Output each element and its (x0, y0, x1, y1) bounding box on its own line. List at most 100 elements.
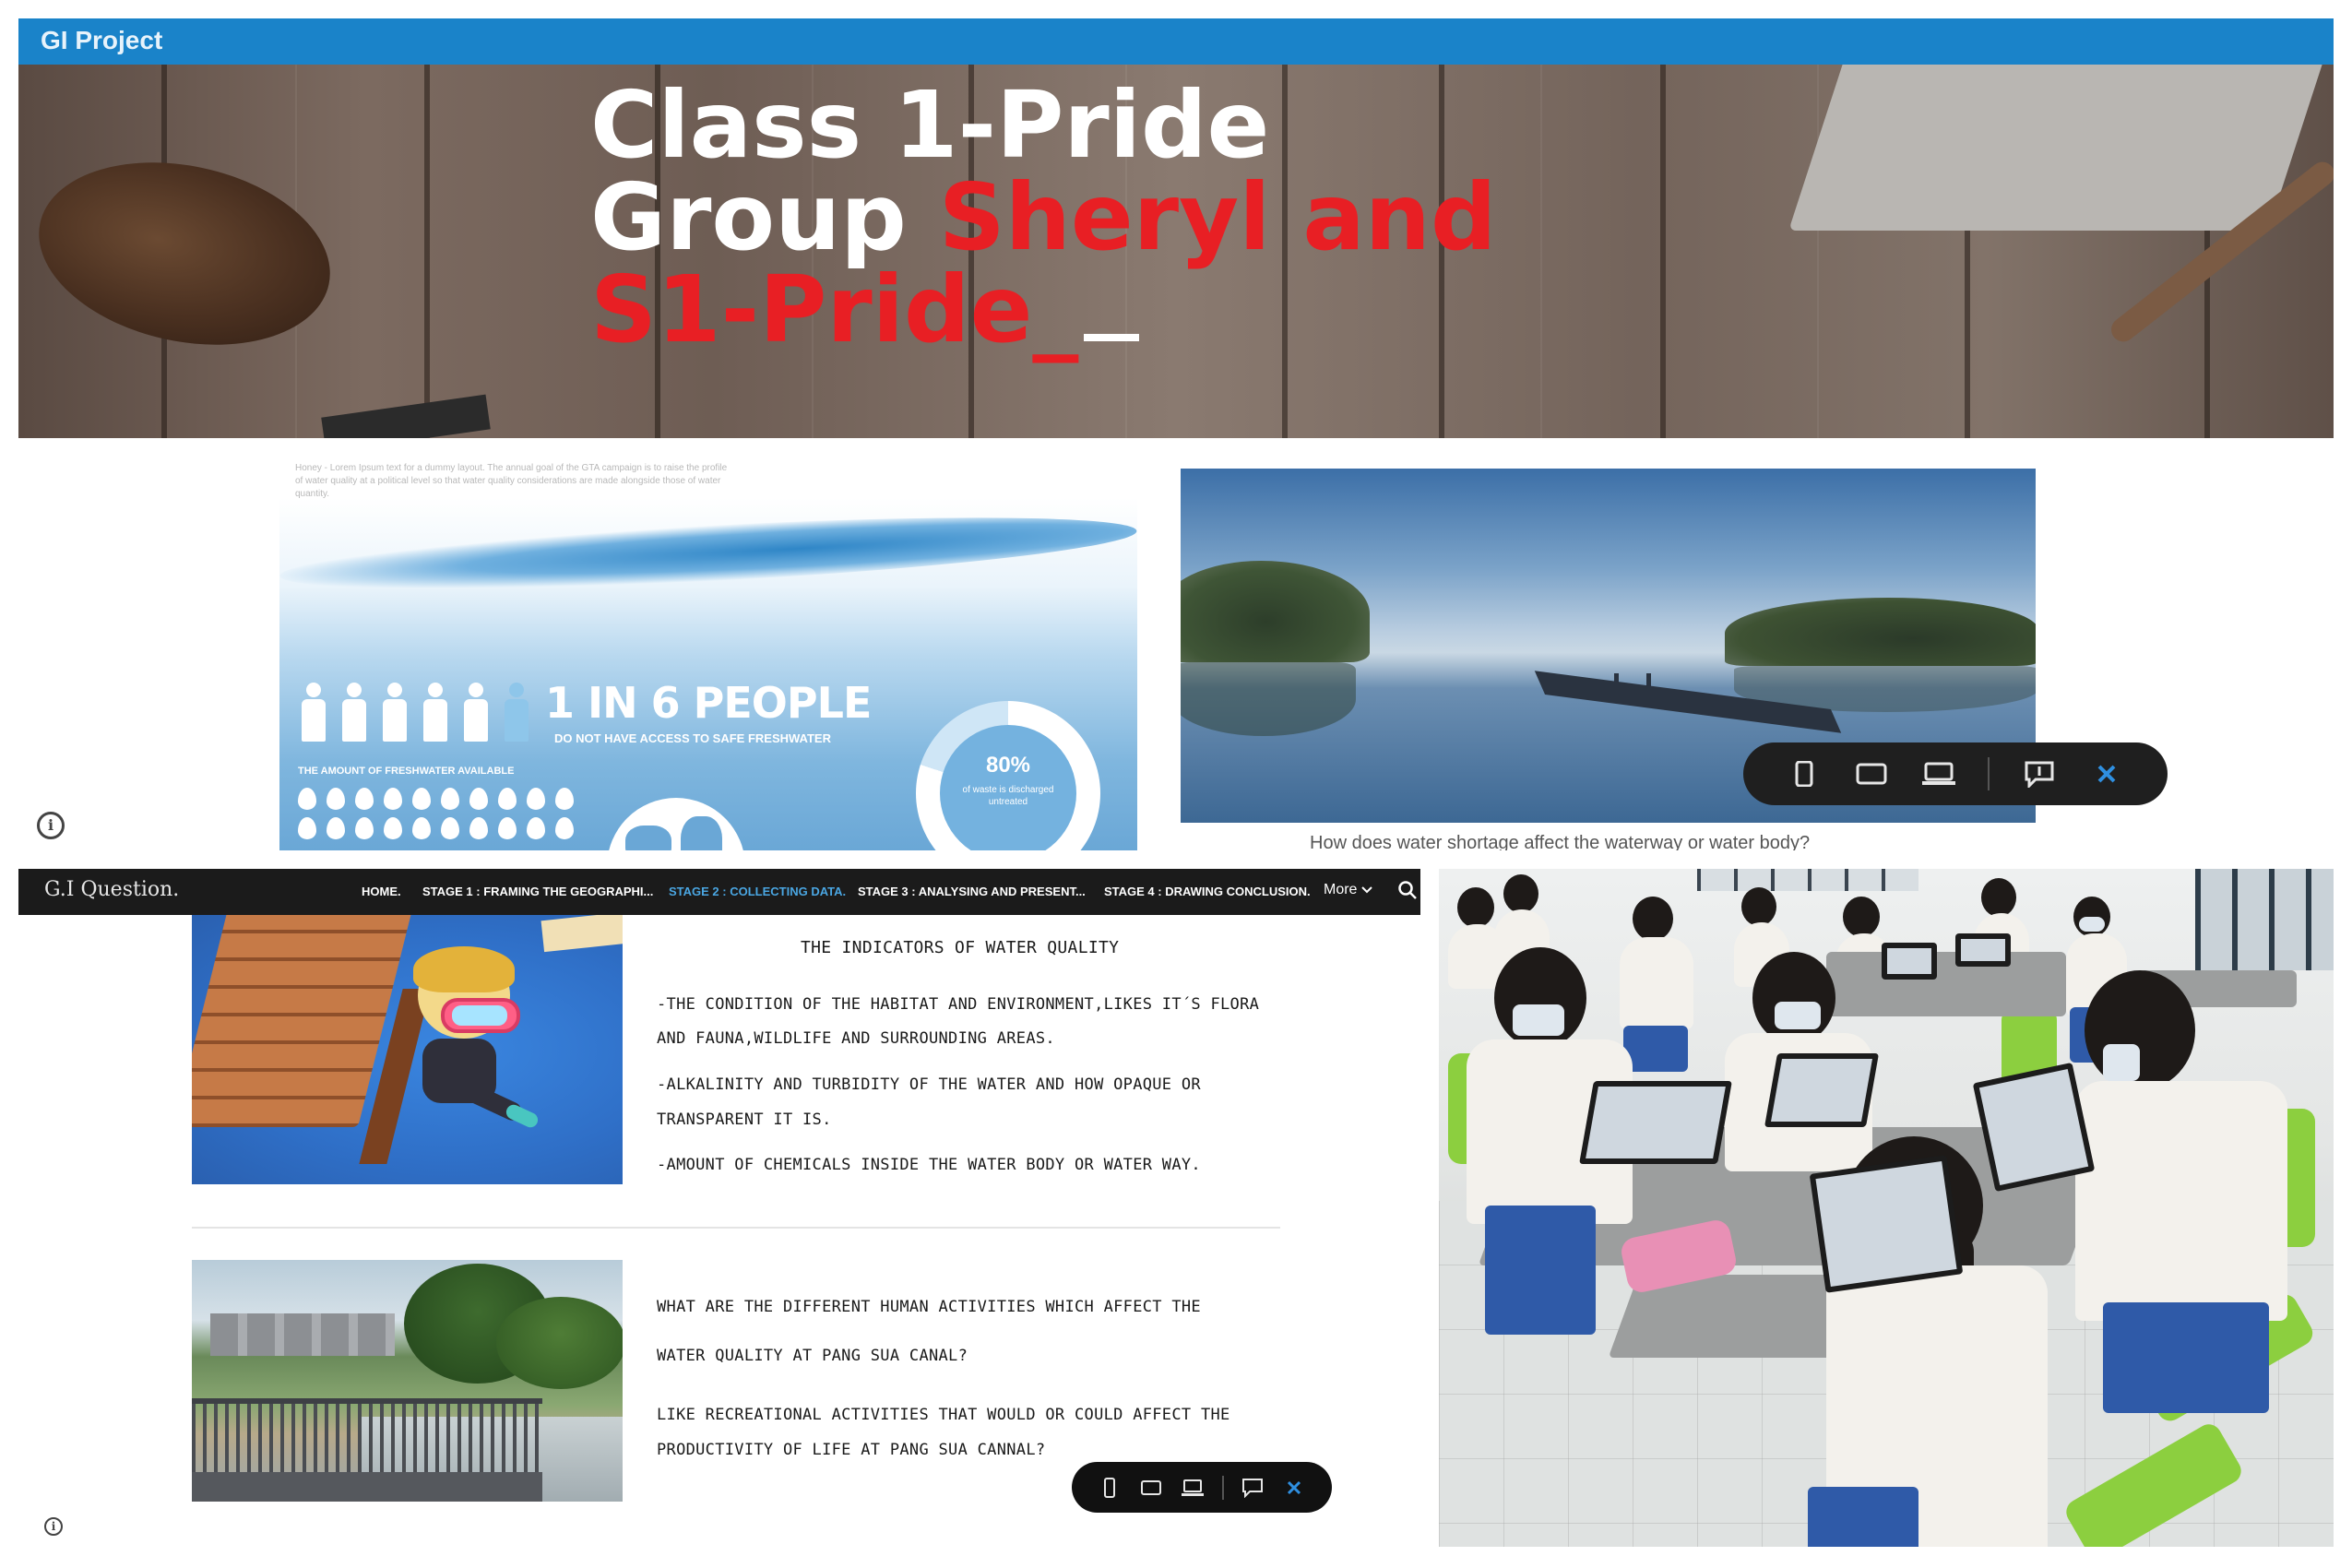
pinecone-decoration (21, 137, 348, 371)
person-icon-highlighted (501, 683, 532, 742)
text-cursor (1084, 334, 1140, 341)
indicator-3: -AMOUNT OF CHEMICALS INSIDE THE WATER BO… (657, 1156, 1201, 1174)
tab-stage-4[interactable]: STAGE 4 : DRAWING CONCLUSION. (1104, 885, 1311, 898)
tab-stage-1[interactable]: STAGE 1 : FRAMING THE GEOGRAPHI... (422, 885, 653, 898)
drop-icon (298, 817, 316, 839)
gi-project-site-preview: GI Project Class 1-Pride Group Sheryl an (18, 18, 2334, 850)
tree-island-right (1725, 598, 2036, 666)
freshwater-label: THE AMOUNT OF FRESHWATER AVAILABLE (298, 766, 515, 777)
wood-plank-seam (424, 65, 430, 438)
drop-icon (469, 817, 488, 839)
pang-sua-canal-photo (192, 1260, 623, 1502)
desk (1826, 952, 2066, 1016)
tab-stage-2[interactable]: STAGE 2 : COLLECTING DATA. (669, 885, 846, 898)
classroom-photo (1439, 869, 2334, 1547)
tree-island-left (1181, 561, 1370, 662)
drop-icon (469, 788, 488, 810)
drop-icon (498, 817, 517, 839)
intro-paragraph: Honey - Lorem Ipsum text for a dummy lay… (295, 463, 728, 499)
more-menu[interactable]: More (1324, 882, 1372, 898)
person-icon (460, 683, 492, 742)
globe-icon (607, 798, 745, 850)
donut-center: 80% of waste is discharged untreated (940, 725, 1076, 850)
banner-title: Class 1-Pride Group Sheryl and S1-Pride_ (590, 79, 1497, 356)
drop-icon (555, 817, 574, 839)
laptop (1579, 1081, 1732, 1164)
people-icons (298, 683, 532, 742)
phone-preview-icon[interactable] (1097, 1475, 1123, 1501)
tree (496, 1297, 623, 1389)
gi-question-site-preview: G.I Question. HOME. STAGE 1 : FRAMING TH… (18, 869, 1420, 1554)
drop-icon (441, 817, 459, 839)
drop-icon (298, 788, 316, 810)
donut-caption: of waste is discharged untreated (962, 785, 1054, 807)
drop-icon (527, 788, 545, 810)
indicators-heading: THE INDICATORS OF WATER QUALITY (801, 938, 1120, 957)
person-icon (339, 683, 370, 742)
section-divider (192, 1227, 1280, 1229)
toolbar-separator (1221, 1475, 1224, 1500)
banner: Class 1-Pride Group Sheryl and S1-Pride_ (18, 65, 2334, 438)
question-2-line-2: PRODUCTIVITY OF LIFE AT PANG SUA CANNAL? (657, 1441, 1046, 1459)
pen-decoration (321, 394, 491, 438)
drop-icon (327, 788, 345, 810)
wood-plank-seam (1660, 65, 1666, 438)
diver-character (395, 946, 540, 1130)
feedback-icon[interactable] (1240, 1475, 1265, 1501)
collage: GI Project Class 1-Pride Group Sheryl an (0, 0, 2352, 1568)
site-brand[interactable]: G.I Question. (44, 878, 179, 901)
preview-toolbar (1072, 1462, 1332, 1513)
laptop-preview-icon[interactable] (1180, 1475, 1206, 1501)
water-splash-graphic (279, 503, 1137, 604)
indicator-2-line-1: -ALKALINITY AND TURBIDITY OF THE WATER A… (657, 1075, 1201, 1094)
info-icon[interactable]: i (37, 812, 65, 839)
notebook-decoration (1788, 65, 2325, 231)
water-drop-icons (298, 788, 593, 839)
feedback-icon[interactable] (2022, 757, 2057, 790)
hdb-buildings (210, 1313, 395, 1356)
water-shortage-question: How does water shortage affect the water… (1310, 833, 1811, 850)
drop-icon (555, 788, 574, 810)
question-1-line-1: WHAT ARE THE DIFFERENT HUMAN ACTIVITIES … (657, 1298, 1201, 1316)
water-infographic: 1 IN 6 PEOPLE DO NOT HAVE ACCESS TO SAFE… (279, 498, 1137, 850)
boardwalk-deck (192, 1472, 542, 1502)
banner-line-3-red: S1-Pride_ (590, 255, 1079, 363)
infographic-subline: DO NOT HAVE ACCESS TO SAFE FRESHWATER (554, 731, 831, 745)
person-icon (379, 683, 410, 742)
laptop (1972, 1062, 2096, 1193)
tablet-preview-icon[interactable] (1854, 757, 1889, 790)
tab-home[interactable]: HOME. (362, 885, 401, 898)
close-icon[interactable] (2089, 757, 2124, 790)
laptop (1882, 943, 1937, 980)
drop-icon (355, 817, 374, 839)
drop-icon (384, 788, 402, 810)
drop-icon (327, 817, 345, 839)
info-icon[interactable]: i (44, 1517, 63, 1536)
drop-icon (527, 817, 545, 839)
wood-grain (1817, 65, 1819, 438)
laptop (1809, 1155, 1964, 1293)
person-icon (420, 683, 451, 742)
search-icon[interactable] (1397, 880, 1418, 900)
person-icon (298, 683, 329, 742)
tab-stage-3[interactable]: STAGE 3 : ANALYSING AND PRESENT... (858, 885, 1086, 898)
wood-grain (1540, 65, 1542, 438)
drop-icon (355, 788, 374, 810)
phone-preview-icon[interactable] (1787, 757, 1822, 790)
close-icon[interactable] (1281, 1475, 1307, 1501)
question-2-line-1: LIKE RECREATIONAL ACTIVITIES THAT WOULD … (657, 1406, 1230, 1424)
tablet-preview-icon[interactable] (1138, 1475, 1164, 1501)
indicator-1-line-2: AND FAUNA,WILDLIFE AND SURROUNDING AREAS… (657, 1029, 1055, 1048)
site-title-bar: GI Project (18, 18, 2334, 65)
toolbar-separator (1988, 757, 1990, 790)
laptop (1764, 1053, 1880, 1127)
laptop-preview-icon[interactable] (1921, 757, 1956, 790)
preview-toolbar (1743, 742, 2168, 805)
drop-icon (498, 788, 517, 810)
drop-icon (412, 817, 431, 839)
drop-icon (441, 788, 459, 810)
more-label: More (1324, 882, 1358, 897)
site-title[interactable]: GI Project (41, 26, 162, 55)
donut-percentage: 80% (985, 753, 1031, 778)
site-content: Honey - Lorem Ipsum text for a dummy lay… (18, 438, 2334, 850)
